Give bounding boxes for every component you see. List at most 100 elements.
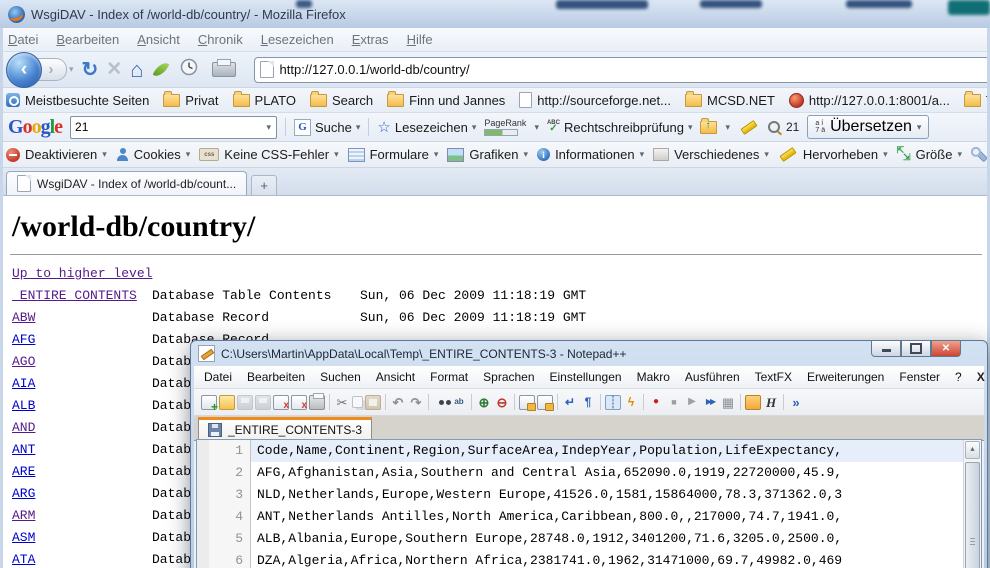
np-menu-suchen[interactable]: Suchen [320, 370, 361, 384]
pagerank-indicator[interactable]: PageRank [484, 119, 526, 136]
cut-icon[interactable] [334, 395, 350, 410]
entry-link[interactable]: ASM [12, 530, 35, 545]
np-menu-makro[interactable]: Makro [637, 370, 670, 384]
np-menu-sprachen[interactable]: Sprachen [483, 370, 534, 384]
find-icon[interactable] [433, 395, 449, 410]
chevron-down-icon[interactable]: ▾ [434, 150, 439, 159]
google-lesezeichen-button[interactable]: ☆ Lesezeichen ▾ [377, 120, 476, 135]
chevron-down-icon[interactable]: ▾ [334, 150, 339, 159]
bookmark-mcsd-net[interactable]: MCSD.NET [685, 93, 775, 108]
macro-save-icon[interactable] [720, 395, 736, 410]
line-text[interactable]: ANT,Netherlands Antilles,North America,C… [251, 506, 981, 528]
menu-bearbeiten[interactable]: Bearbeiten [56, 32, 119, 47]
webdev-informationen[interactable]: Informationen▾ [537, 147, 644, 162]
menu-datei[interactable]: Datei [8, 32, 38, 47]
chevron-down-icon[interactable]: ▾ [764, 150, 769, 159]
webdev-css-fehler[interactable]: Keine CSS-Fehler▾ [199, 147, 338, 162]
open-file-icon[interactable] [219, 395, 235, 410]
function-completion-icon[interactable] [623, 395, 639, 410]
entry-link[interactable]: ARE [12, 464, 35, 479]
close-button[interactable]: ✕ [931, 341, 961, 357]
vertical-scrollbar[interactable]: ▲ [963, 440, 981, 568]
chevron-down-icon[interactable]: ▾ [688, 123, 693, 132]
zoom-out-icon[interactable] [494, 395, 510, 410]
np-menu-fenster[interactable]: Fenster [899, 370, 940, 384]
save-all-icon[interactable] [255, 395, 271, 410]
bookmark-plato[interactable]: PLATO [233, 93, 296, 108]
chevron-down-icon[interactable]: ▾ [917, 123, 922, 132]
notepad-titlebar[interactable]: C:\Users\Martin\AppData\Local\Temp\_ENTI… [191, 341, 987, 366]
menu-extras[interactable]: Extras [352, 32, 389, 47]
np-menu-ausfuehren[interactable]: Ausführen [685, 370, 740, 384]
history-dropdown-icon[interactable]: ▾ [69, 65, 74, 74]
webdev-verschiedenes[interactable]: Verschiedenes▾ [653, 147, 769, 162]
google-suche-button[interactable]: G Suche ▾ [294, 119, 360, 136]
google-search-box[interactable]: ▾ [70, 116, 277, 139]
stop-button[interactable]: ✕ [106, 58, 122, 81]
plugin-icon[interactable] [745, 395, 761, 410]
webdev-grafiken[interactable]: Grafiken▾ [447, 147, 528, 162]
np-menu-format[interactable]: Format [430, 370, 468, 384]
menu-chronik[interactable]: Chronik [198, 32, 243, 47]
highlighter-icon[interactable] [740, 120, 757, 135]
copy-icon[interactable] [352, 396, 363, 408]
word-find-button[interactable]: 21 [768, 120, 799, 134]
entry-link[interactable]: ATA [12, 552, 35, 567]
macro-run-multiple-icon[interactable] [702, 395, 718, 410]
text-editor[interactable]: 1Code,Name,Continent,Region,SurfaceArea,… [196, 439, 982, 568]
paste-icon[interactable] [365, 395, 381, 410]
save-icon[interactable] [237, 395, 253, 410]
active-tab[interactable]: WsgiDAV - Index of /world-db/count... [6, 171, 247, 195]
chevron-down-icon[interactable]: ▾ [640, 150, 645, 159]
home-button[interactable]: ⌂ [130, 57, 143, 83]
chevron-down-icon[interactable]: ▾ [883, 150, 888, 159]
new-tab-button[interactable]: + [251, 175, 277, 195]
webdev-deaktivieren[interactable]: Deaktivieren▾ [6, 147, 107, 162]
webdev-hervorheben[interactable]: Hervorheben▾ [778, 147, 888, 162]
bookmark-privat[interactable]: Privat [163, 93, 218, 108]
editor-line[interactable]: 2AFG,Afghanistan,Asia,Southern and Centr… [197, 462, 981, 484]
print-icon[interactable] [309, 395, 325, 410]
more-icon[interactable] [788, 395, 804, 410]
line-text[interactable]: DZA,Algeria,Africa,Northern Africa,23817… [251, 550, 981, 568]
google-search-input[interactable] [71, 120, 266, 134]
redo-icon[interactable] [408, 395, 424, 410]
line-text[interactable]: NLD,Netherlands,Europe,Western Europe,41… [251, 484, 981, 506]
entry-link[interactable]: AFG [12, 332, 35, 347]
np-menu-einstellungen[interactable]: Einstellungen [550, 370, 622, 384]
scroll-up-button[interactable]: ▲ [965, 441, 980, 459]
menu-hilfe[interactable]: Hilfe [407, 32, 433, 47]
editor-line[interactable]: 5ALB,Albania,Europe,Southern Europe,2874… [197, 528, 981, 550]
close-document-button[interactable]: X [977, 370, 985, 384]
word-wrap-icon[interactable] [562, 395, 578, 410]
chevron-down-icon[interactable]: ▾ [725, 123, 730, 132]
bookmark-meistbesuchte-seiten[interactable]: Meistbesuchte Seiten [6, 93, 149, 108]
back-button[interactable]: ‹ [6, 52, 42, 88]
bookmark-finn-und-jannes[interactable]: Finn und Jannes [387, 93, 505, 108]
entry-link[interactable]: ARG [12, 486, 35, 501]
entry-link[interactable]: ALB [12, 398, 35, 413]
macro-stop-icon[interactable] [666, 395, 682, 410]
np-menu-textfx[interactable]: TextFX [755, 370, 792, 384]
replace-icon[interactable] [451, 395, 467, 410]
np-menu-datei[interactable]: Datei [204, 370, 232, 384]
chevron-down-icon[interactable]: ▾ [524, 150, 529, 159]
editor-line[interactable]: 6DZA,Algeria,Africa,Northern Africa,2381… [197, 550, 981, 568]
reload-button[interactable]: ↻ [82, 57, 99, 82]
undo-icon[interactable] [390, 395, 406, 410]
maximize-button[interactable] [901, 341, 931, 357]
print-button[interactable] [212, 62, 236, 77]
editor-line[interactable]: 3NLD,Netherlands,Europe,Western Europe,4… [197, 484, 981, 506]
entry-link[interactable]: ARM [12, 508, 35, 523]
np-menu-erweiterungen[interactable]: Erweiterungen [807, 370, 884, 384]
macro-play-icon[interactable] [684, 395, 700, 410]
line-text[interactable]: ALB,Albania,Europe,Southern Europe,28748… [251, 528, 981, 550]
entry-link[interactable]: AGO [12, 354, 35, 369]
entry-link[interactable]: AIA [12, 376, 35, 391]
chevron-down-icon[interactable]: ▾ [957, 150, 962, 159]
minimize-button[interactable] [871, 341, 901, 357]
url-input[interactable] [280, 62, 989, 77]
clock-addon-icon[interactable] [180, 58, 198, 81]
spellcheck-button[interactable]: ABC✓ Rechtschreibprüfung ▾ [547, 120, 693, 135]
scrollbar-thumb[interactable] [965, 462, 980, 568]
